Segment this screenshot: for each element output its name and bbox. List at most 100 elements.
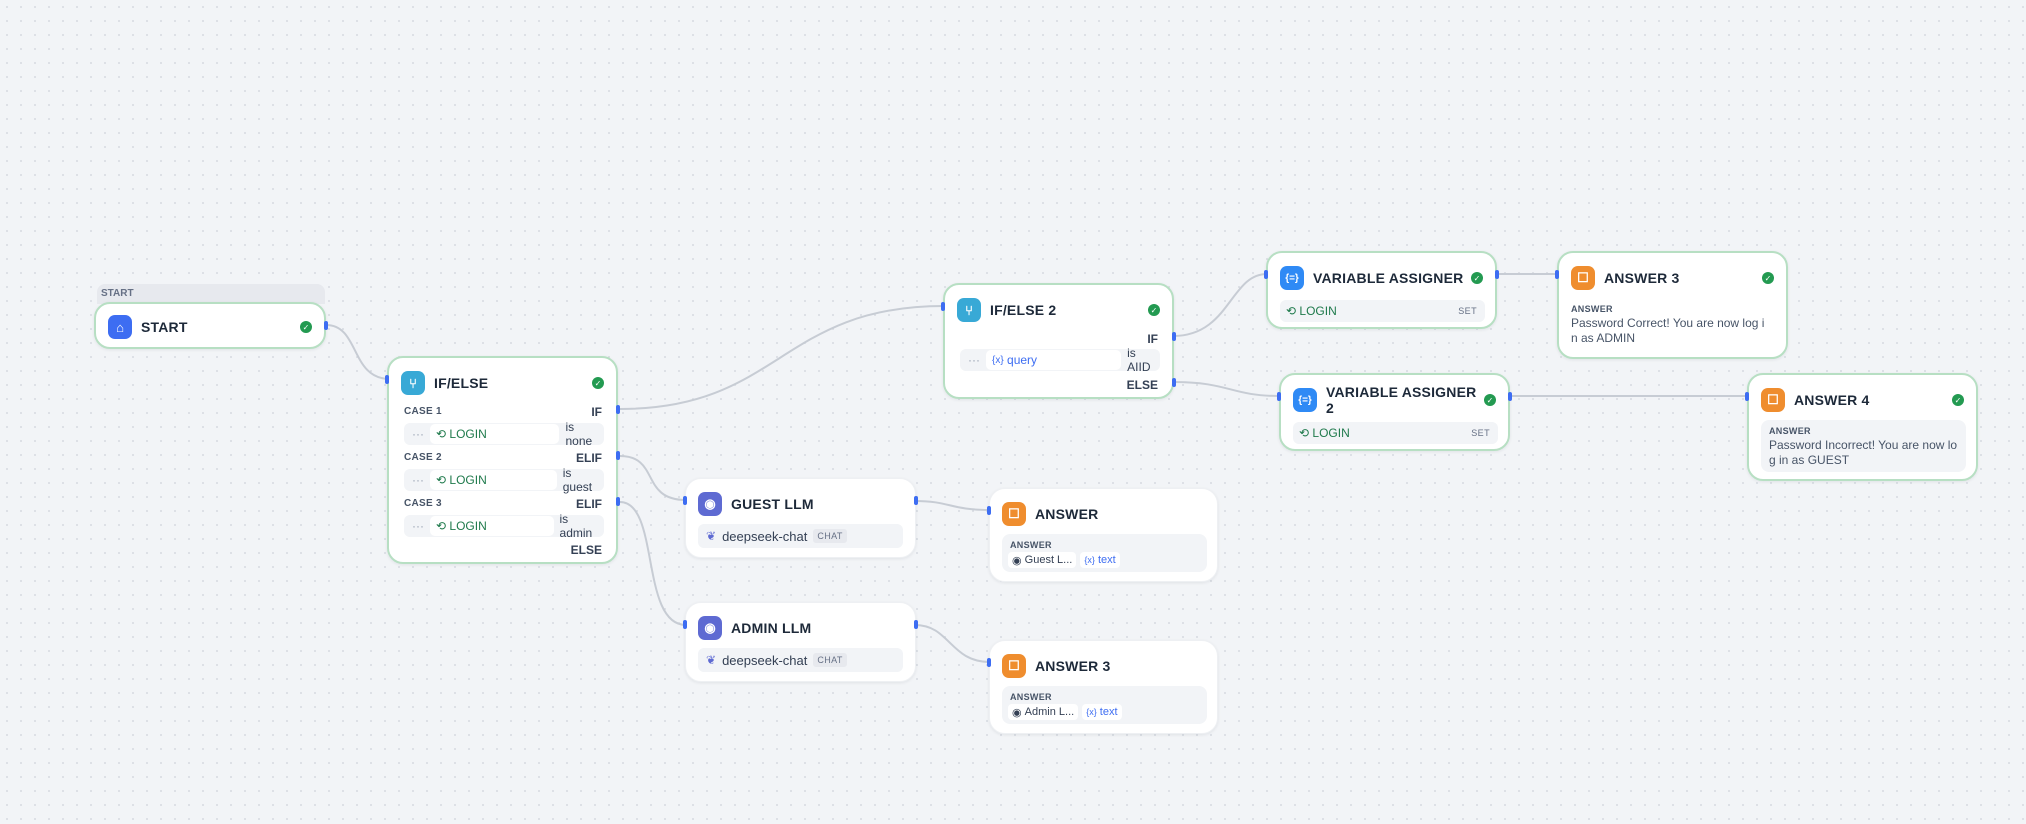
va1-tag: SET	[1458, 306, 1477, 316]
ifelse2-node[interactable]: ⑂ IF/ELSE 2 ✓ IF ··· {x} query is AIID E…	[943, 283, 1174, 399]
guest-llm-tag: CHAT	[813, 529, 847, 543]
ans3-text: Password Correct! You are now log i n as…	[1571, 316, 1765, 345]
case-2-condition[interactable]: ··· ⟲ LOGIN is guest	[404, 466, 604, 494]
case-1-label: CASE 1	[404, 406, 442, 417]
edge-ifelse-ifelse2	[619, 305, 945, 410]
llm-icon: ◉	[698, 492, 722, 516]
answer-icon: ☐	[1002, 654, 1026, 678]
edge-ifelse-adminllm	[619, 501, 687, 626]
va2-title: VARIABLE ASSIGNER 2	[1326, 384, 1477, 416]
ans3-label: ANSWER	[1571, 304, 1613, 314]
check-circle-icon: ✓	[1484, 394, 1496, 406]
edge-adminllm-answer3	[914, 624, 991, 663]
ifelse-title: IF/ELSE	[434, 375, 489, 391]
answer-input-handle[interactable]	[987, 506, 991, 515]
model-icon: ❦	[706, 529, 717, 543]
ifelse2-else-handle[interactable]	[1172, 378, 1176, 387]
answer-3-node[interactable]: ☐ ANSWER 3 ✓ ANSWER Password Correct! Yo…	[1557, 251, 1788, 359]
ans4-input-handle[interactable]	[1745, 392, 1749, 401]
admin-llm-input-handle[interactable]	[683, 620, 687, 629]
va2-input-handle[interactable]	[1277, 392, 1281, 401]
case-1-operator: is none	[565, 420, 593, 448]
answer-4-node[interactable]: ☐ ANSWER 4 ✓ ANSWER Password Incorrect! …	[1747, 373, 1978, 481]
variable-icon: {x}	[1084, 555, 1095, 565]
case-2-operator: is guest	[562, 466, 593, 494]
admin-llm-output-handle[interactable]	[914, 620, 918, 629]
ifelse2-input-handle[interactable]	[941, 302, 945, 311]
start-group-header: START	[97, 284, 325, 304]
guest-llm-node[interactable]: ◉ GUEST LLM ❦ deepseek-chat CHAT	[685, 478, 916, 558]
answer-3b-node[interactable]: ☐ ANSWER 3 ANSWER ◉ Admin L... {x} text	[989, 640, 1218, 734]
ifelse-input-handle[interactable]	[385, 375, 389, 384]
else-branch: ELSE	[570, 543, 602, 557]
guest-llm-model[interactable]: ❦ deepseek-chat CHAT	[698, 524, 903, 548]
start-title: START	[141, 319, 188, 335]
va1-variable[interactable]: ⟲ LOGIN SET	[1280, 300, 1485, 322]
answer-node[interactable]: ☐ ANSWER ANSWER ◉ Guest L... {x} text	[989, 488, 1218, 582]
admin-llm-tag: CHAT	[813, 653, 847, 667]
ans4-label: ANSWER	[1769, 426, 1811, 436]
check-circle-icon: ✓	[1952, 394, 1964, 406]
variable-icon: {x}	[1086, 707, 1097, 717]
model-icon: ❦	[706, 653, 717, 667]
ifelse-elif1-handle[interactable]	[616, 451, 620, 460]
answer3b-content: ANSWER ◉ Admin L... {x} text	[1002, 686, 1207, 724]
edge-start-ifelse	[325, 324, 391, 380]
answer3b-label: ANSWER	[1010, 692, 1052, 702]
text-variable-ref: {x} text	[1082, 704, 1122, 720]
va1-title: VARIABLE ASSIGNER	[1313, 270, 1464, 286]
login-variable: ⟲ LOGIN	[430, 424, 560, 444]
ifelse-elif2-handle[interactable]	[616, 497, 620, 506]
ifelse-node[interactable]: ⑂ IF/ELSE ✓ CASE 1 IF ··· ⟲ LOGIN is non…	[387, 356, 618, 564]
va2-output-handle[interactable]	[1508, 392, 1512, 401]
answer-icon: ☐	[1761, 388, 1785, 412]
answer3b-input-handle[interactable]	[987, 658, 991, 667]
va1-output-handle[interactable]	[1495, 270, 1499, 279]
va2-variable[interactable]: ⟲ LOGIN SET	[1293, 422, 1498, 444]
login-variable: ⟲ LOGIN	[1299, 426, 1350, 440]
admin-llm-title: ADMIN LLM	[731, 620, 812, 636]
login-variable: ⟲ LOGIN	[430, 516, 554, 536]
home-icon: ⌂	[108, 315, 132, 339]
guest-llm-output-handle[interactable]	[914, 496, 918, 505]
ifelse-if-handle[interactable]	[616, 405, 620, 414]
branch-icon: ⑂	[401, 371, 425, 395]
case-3-condition[interactable]: ··· ⟲ LOGIN is admin	[404, 512, 604, 540]
guest-llm-model-name: deepseek-chat	[722, 528, 808, 544]
start-output-handle[interactable]	[324, 321, 328, 330]
va2-tag: SET	[1471, 428, 1490, 438]
ans3-title: ANSWER 3	[1604, 270, 1680, 286]
ans3-input-handle[interactable]	[1555, 270, 1559, 279]
va1-input-handle[interactable]	[1264, 270, 1268, 279]
ans4-title: ANSWER 4	[1794, 392, 1870, 408]
guest-llm-title: GUEST LLM	[731, 496, 814, 512]
case-1-condition[interactable]: ··· ⟲ LOGIN is none	[404, 420, 604, 448]
check-circle-icon: ✓	[300, 321, 312, 333]
ifelse2-if-branch: IF	[1147, 332, 1158, 346]
check-circle-icon: ✓	[1148, 304, 1160, 316]
answer-title: ANSWER	[1035, 506, 1099, 522]
variable-assigner-2-node[interactable]: {=} VARIABLE ASSIGNER 2 ✓ ⟲ LOGIN SET	[1279, 373, 1510, 451]
ifelse2-title: IF/ELSE 2	[990, 302, 1057, 318]
variable-assigner-node[interactable]: {=} VARIABLE ASSIGNER ✓ ⟲ LOGIN SET	[1266, 251, 1497, 329]
answer3b-title: ANSWER 3	[1035, 658, 1111, 674]
start-node[interactable]: ⌂ START ✓	[94, 302, 326, 349]
admin-llm-model-name: deepseek-chat	[722, 652, 808, 668]
guest-llm-input-handle[interactable]	[683, 496, 687, 505]
answer-icon: ☐	[1571, 266, 1595, 290]
answer-label: ANSWER	[1010, 540, 1052, 550]
admin-llm-ref: ◉ Admin L...	[1008, 704, 1079, 720]
ans3-content: ANSWER Password Correct! You are now log…	[1571, 298, 1776, 350]
ans4-content: ANSWER Password Incorrect! You are now l…	[1761, 420, 1966, 472]
text-variable-ref: {x} text	[1080, 552, 1120, 568]
admin-llm-node[interactable]: ◉ ADMIN LLM ❦ deepseek-chat CHAT	[685, 602, 916, 682]
admin-llm-model[interactable]: ❦ deepseek-chat CHAT	[698, 648, 903, 672]
case-2-label: CASE 2	[404, 452, 442, 463]
case-1-branch: IF	[591, 405, 602, 419]
edge-ifelse2-va1	[1172, 273, 1268, 337]
ifelse2-condition[interactable]: ··· {x} query is AIID	[960, 346, 1160, 374]
case-3-operator: is admin	[559, 512, 593, 540]
ifelse2-if-handle[interactable]	[1172, 332, 1176, 341]
variable-assigner-icon: {=}	[1293, 388, 1317, 412]
login-variable: ⟲ LOGIN	[1286, 304, 1337, 318]
